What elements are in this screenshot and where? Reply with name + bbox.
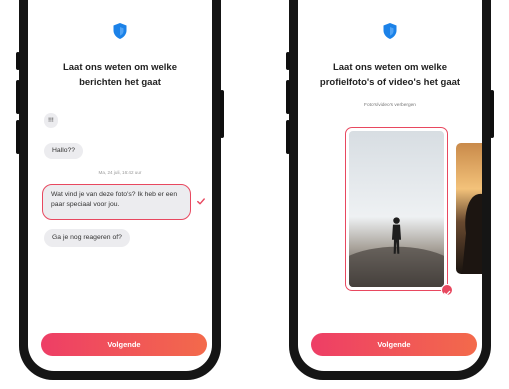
profile-photo-image bbox=[349, 131, 444, 287]
phone-frame-left: Laat ons weten om welke berichten het ga… bbox=[16, 0, 224, 380]
next-button[interactable]: Volgende bbox=[311, 333, 477, 356]
page-title: Laat ons weten om welke berichten het ga… bbox=[28, 60, 212, 90]
profile-photo-selected[interactable] bbox=[345, 127, 448, 291]
phone-power-button bbox=[220, 90, 224, 138]
page-title: Laat ons weten om welke profielfoto's of… bbox=[298, 60, 482, 90]
phone-side-button bbox=[16, 52, 20, 70]
message-bubble[interactable]: !!! bbox=[44, 113, 58, 128]
photo-sunset-silhouette bbox=[456, 143, 482, 274]
phone-side-button bbox=[286, 52, 290, 70]
screenshot-stage: Laat ons weten om welke berichten het ga… bbox=[0, 0, 509, 389]
shield-icon bbox=[113, 23, 127, 39]
checkmark-icon bbox=[197, 198, 205, 207]
page-title-line-2: berichten het gaat bbox=[79, 77, 161, 88]
phone-power-button bbox=[490, 90, 494, 138]
next-button[interactable]: Volgende bbox=[41, 333, 207, 356]
message-bubble[interactable]: Ga je nog reageren of? bbox=[44, 229, 130, 247]
page-title-line-1: Laat ons weten om welke bbox=[62, 62, 178, 73]
phone-volume-down-button bbox=[16, 120, 20, 154]
page-title-line-1: Laat ons weten om welke bbox=[332, 62, 448, 73]
phone-volume-up-button bbox=[16, 80, 20, 114]
page-title-line-2: profielfoto's of video's het gaat bbox=[319, 77, 461, 88]
report-photos-screen: Laat ons weten om welke profielfoto's of… bbox=[298, 0, 482, 371]
checkmark-icon bbox=[441, 284, 453, 296]
shield-icon bbox=[383, 23, 397, 39]
photo-person-silhouette bbox=[349, 131, 444, 287]
hide-photos-label: Foto's/video's verbergen bbox=[364, 103, 416, 108]
message-bubble[interactable]: Hallo?? bbox=[44, 143, 84, 159]
message-bubble-selected[interactable]: Wat vind je van deze foto's? Ik heb er e… bbox=[42, 184, 191, 220]
phone-frame-right: Laat ons weten om welke profielfoto's of… bbox=[286, 0, 494, 380]
phone-volume-down-button bbox=[286, 120, 290, 154]
phone-volume-up-button bbox=[286, 80, 290, 114]
report-messages-screen: Laat ons weten om welke berichten het ga… bbox=[28, 0, 212, 371]
message-timestamp: Ma, 24 juli, 16:42 uur bbox=[98, 170, 142, 175]
profile-photo[interactable] bbox=[456, 143, 482, 274]
